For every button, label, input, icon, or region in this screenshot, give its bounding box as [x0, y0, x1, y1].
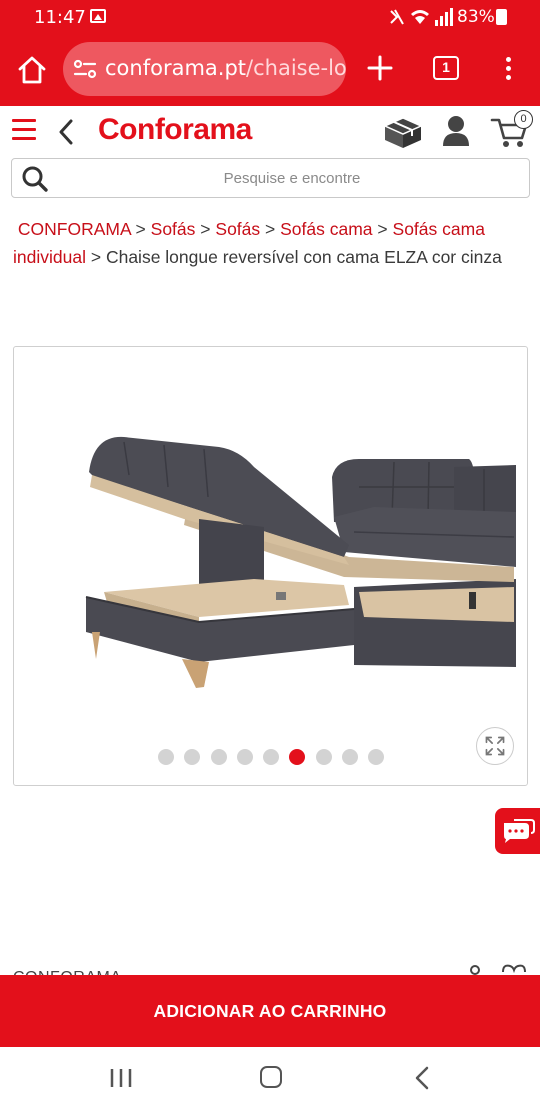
breadcrumb: CONFORAMA > Sofás > Sofás > Sofás cama >…	[13, 215, 528, 271]
breadcrumb-separator: >	[90, 247, 102, 267]
product-gallery[interactable]	[13, 346, 528, 786]
recent-apps-icon[interactable]	[109, 1068, 133, 1088]
url-text: conforama.pt/chaise-lo	[105, 56, 346, 80]
cart-count-badge: 0	[514, 110, 533, 129]
battery-level: 83%	[457, 7, 495, 27]
brand-logo[interactable]: Conforama	[98, 113, 252, 147]
gallery-dot-8[interactable]	[341, 749, 358, 765]
delivery-box-icon[interactable]	[382, 114, 424, 150]
tab-switcher-button[interactable]: 1	[433, 56, 459, 80]
battery-icon	[496, 9, 507, 25]
overflow-menu-icon[interactable]	[500, 54, 516, 84]
browser-toolbar: conforama.pt/chaise-lo 1	[0, 34, 540, 106]
status-time: 11:47	[34, 7, 86, 28]
breadcrumb-separator: >	[265, 219, 276, 239]
signal-wifi-icons	[390, 8, 453, 26]
site-header: Conforama	[0, 106, 540, 156]
url-path: /chaise-lo	[246, 56, 346, 80]
search-icon[interactable]	[21, 165, 49, 193]
system-navigation-bar	[0, 1047, 540, 1110]
product-image[interactable]	[14, 347, 528, 786]
back-chevron-icon[interactable]	[56, 118, 76, 146]
zoom-button[interactable]	[476, 727, 514, 765]
home-icon[interactable]	[16, 54, 48, 86]
user-account-icon[interactable]	[442, 115, 470, 147]
breadcrumb-separator: >	[135, 219, 146, 239]
hamburger-menu-icon[interactable]	[12, 119, 36, 141]
expand-icon	[485, 736, 505, 756]
gallery-dot-1[interactable]	[158, 749, 174, 765]
gallery-dot-9[interactable]	[368, 749, 384, 765]
gallery-dot-4[interactable]	[236, 749, 253, 765]
status-bar: 11:47 83%	[0, 0, 540, 34]
breadcrumb-link-sofas[interactable]: Sofás	[151, 219, 196, 239]
add-to-cart-button[interactable]: ADICIONAR AO CARRINHO	[0, 975, 540, 1047]
search-box	[11, 158, 530, 198]
breadcrumb-link-sofas-cama[interactable]: Sofás cama	[280, 219, 372, 239]
breadcrumb-current: Chaise longue reversível con cama ELZA c…	[105, 247, 502, 267]
home-nav-icon[interactable]	[260, 1066, 282, 1088]
back-nav-icon[interactable]	[414, 1066, 430, 1090]
gallery-dot-5[interactable]	[263, 749, 279, 765]
gallery-dot-7[interactable]	[315, 749, 332, 765]
gallery-notification-icon	[90, 9, 106, 23]
gallery-dot-3[interactable]	[210, 749, 227, 765]
address-bar[interactable]: conforama.pt/chaise-lo	[63, 42, 346, 96]
breadcrumb-link-conforama[interactable]: CONFORAMA	[18, 219, 131, 239]
chat-bubbles-icon	[504, 819, 535, 843]
plus-icon[interactable]	[366, 54, 394, 82]
chat-button[interactable]	[495, 808, 540, 854]
breadcrumb-separator: >	[377, 219, 388, 239]
site-settings-icon[interactable]	[73, 58, 97, 80]
breadcrumb-link-sofas-2[interactable]: Sofás	[215, 219, 260, 239]
search-input[interactable]	[62, 159, 522, 197]
url-domain: conforama.pt	[105, 56, 247, 80]
breadcrumb-separator: >	[200, 219, 211, 239]
